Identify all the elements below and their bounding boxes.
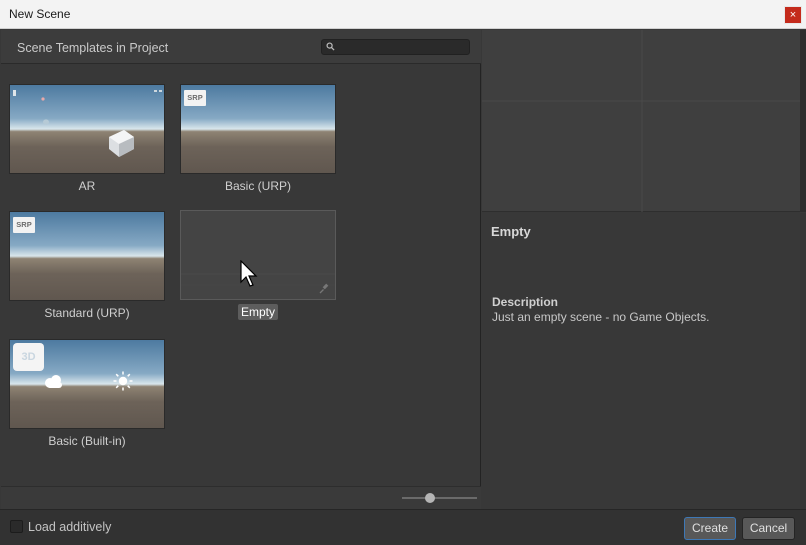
ar-scene-objects [13, 90, 162, 157]
templates-header: Scene Templates in Project [1, 30, 481, 64]
close-button[interactable]: × [784, 6, 802, 24]
scene-preview [482, 30, 806, 212]
title-bar: New Scene × [0, 0, 806, 29]
template-thumbnail[interactable]: SRP [180, 84, 336, 174]
search-input[interactable] [338, 40, 466, 54]
template-thumbnail[interactable]: SRP [9, 211, 165, 301]
3d-badge: 3D [13, 343, 44, 371]
template-thumbnail[interactable] [9, 84, 165, 174]
dialog-footer: Load additively Create Cancel [0, 509, 806, 545]
template-thumbnail[interactable]: 3D [9, 339, 165, 429]
srp-badge: SRP [13, 217, 35, 233]
load-additively-label[interactable]: Load additively [28, 520, 111, 534]
template-name: AR [78, 179, 96, 193]
description-text: Just an empty scene - no Game Objects. [492, 310, 710, 324]
templates-grid: AR SRP Basic (URP) SRP Standard (URP) Em… [1, 65, 481, 485]
description-label: Description [492, 295, 559, 309]
template-thumbnail[interactable] [180, 210, 336, 300]
templates-panel: Scene Templates in Project AR SRP Basic … [1, 30, 481, 509]
cloud-icon [45, 375, 62, 388]
preview-grid [482, 30, 800, 212]
create-button[interactable]: Create [684, 517, 736, 540]
zoom-slider-handle[interactable] [425, 493, 435, 503]
search-field[interactable] [321, 39, 470, 55]
details-scrollbar[interactable] [800, 213, 806, 509]
srp-badge: SRP [184, 90, 206, 106]
cancel-button[interactable]: Cancel [742, 517, 795, 540]
load-additively-checkbox[interactable] [10, 520, 23, 533]
template-name: Empty [180, 304, 336, 320]
search-icon [326, 42, 335, 51]
pointer-cursor-icon [240, 260, 258, 287]
pin-icon[interactable] [318, 283, 330, 295]
template-name: Basic (URP) [224, 179, 291, 193]
selected-template-name: Empty [237, 304, 278, 320]
template-name: Basic (Built-in) [48, 434, 126, 448]
details-panel: Empty Description Just an empty scene - … [482, 30, 806, 509]
template-name: Standard (URP) [44, 306, 130, 320]
zoom-bar [1, 486, 481, 509]
templates-heading: Scene Templates in Project [17, 41, 169, 55]
preview-scrollbar[interactable] [800, 30, 806, 212]
sun-icon [113, 371, 133, 391]
zoom-slider[interactable] [402, 497, 477, 499]
window-title: New Scene [9, 7, 71, 21]
selected-template-title: Empty [491, 224, 531, 239]
